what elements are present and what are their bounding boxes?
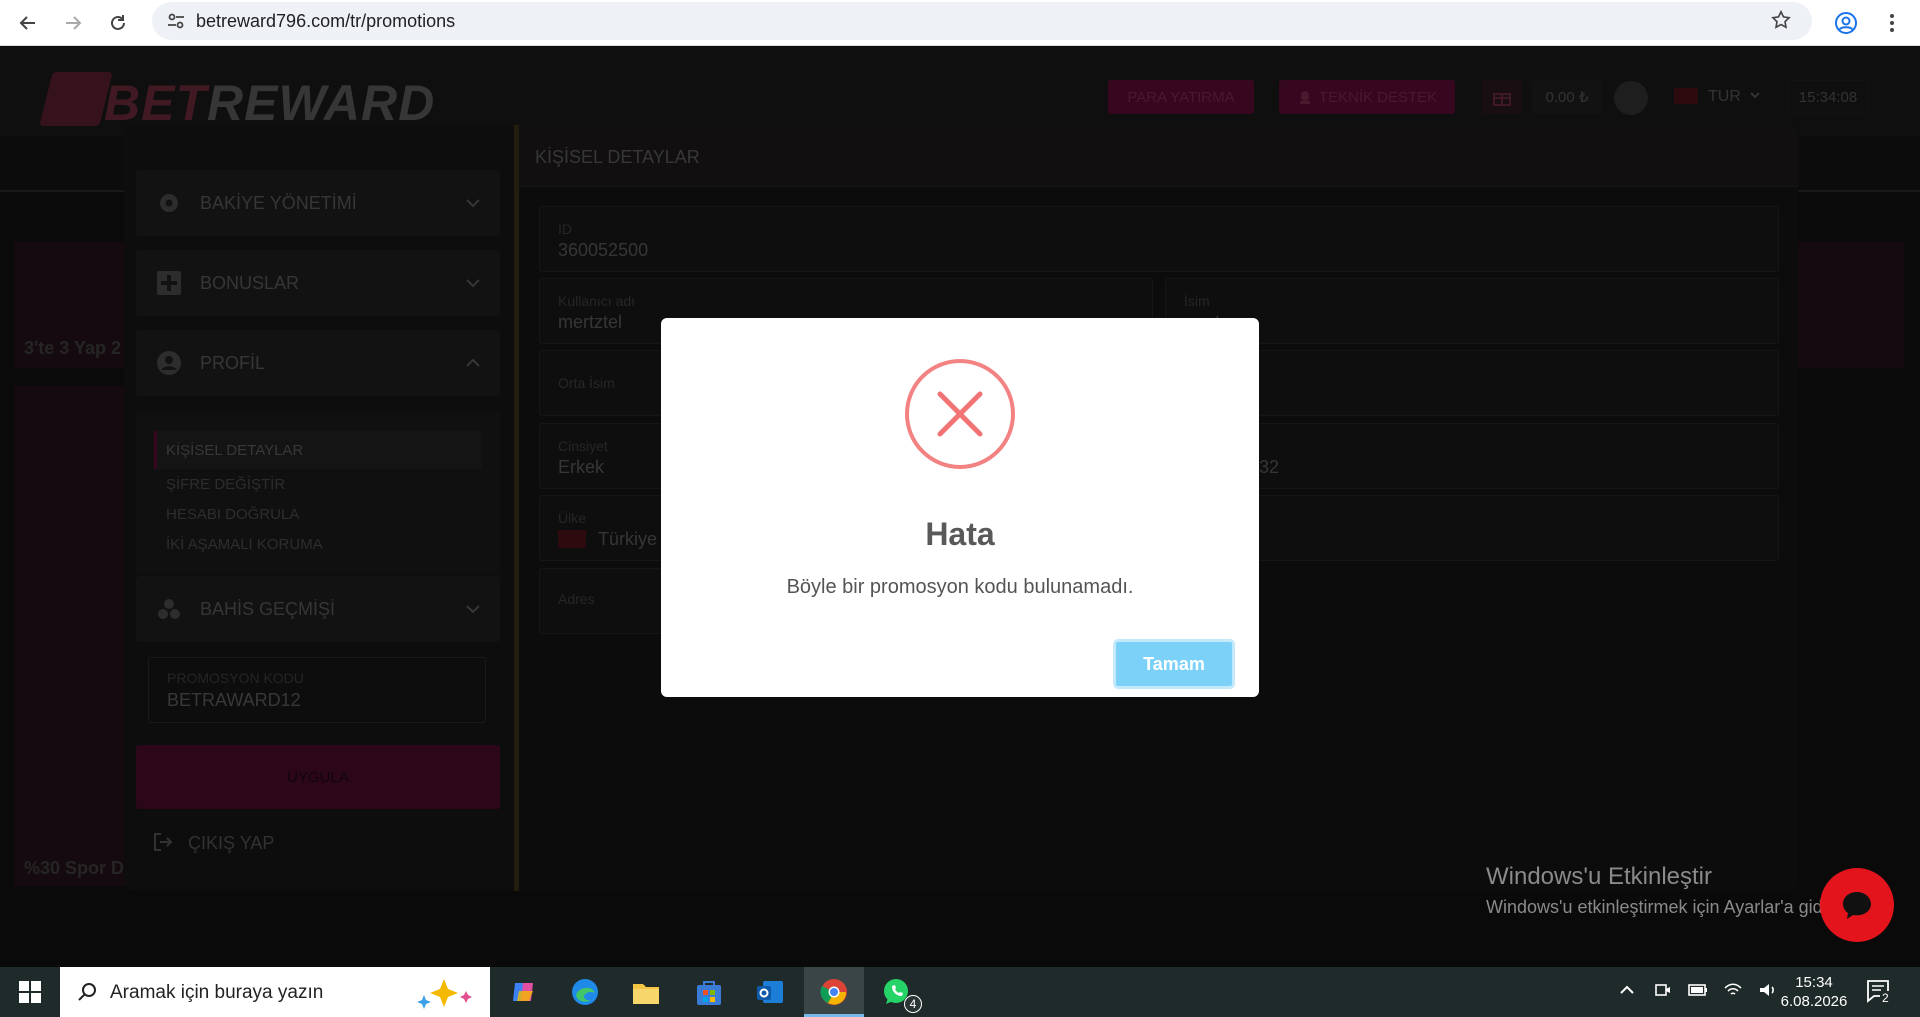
ok-button[interactable]: Tamam: [1113, 639, 1235, 689]
dialog-title: Hata: [925, 516, 995, 552]
browser-toolbar: betreward796.com/tr/promotions: [0, 0, 1920, 46]
profile-button[interactable]: [1828, 5, 1864, 41]
wifi-icon[interactable]: [1723, 981, 1743, 999]
notification-count: 2: [1880, 991, 1891, 1005]
taskbar-time: 15:34: [1795, 974, 1833, 991]
search-placeholder: Aramak için buraya yazın: [110, 982, 324, 1003]
store-bag-icon: [697, 981, 721, 1005]
system-tray: [1618, 981, 1778, 1004]
arrow-right-icon: [66, 16, 82, 30]
taskbar-search[interactable]: Aramak için buraya yazın: [60, 967, 490, 1017]
address-bar[interactable]: betreward796.com/tr/promotions: [152, 2, 1812, 40]
reload-icon: [111, 15, 125, 30]
chat-bubble-icon: [1843, 892, 1871, 919]
arrow-left-icon: [19, 16, 35, 30]
search-icon: [78, 983, 96, 1001]
error-x-icon: [905, 359, 1015, 469]
forward-button[interactable]: [55, 5, 91, 41]
edge-icon: [572, 979, 598, 1005]
battery-icon[interactable]: [1687, 981, 1709, 999]
site-info-icon[interactable]: [166, 11, 186, 31]
url-text[interactable]: betreward796.com/tr/promotions: [196, 11, 455, 32]
live-chat-button[interactable]: [1820, 868, 1894, 942]
taskbar-clock[interactable]: 15:34 6.08.2026: [1774, 973, 1854, 1011]
windows-logo-icon: [19, 981, 41, 1003]
notification-center[interactable]: 2: [1866, 979, 1894, 1010]
chrome-icon: [820, 979, 847, 1005]
web-page: BETREWARD PARA YATIRMA TEKNİK DESTEK 0.0…: [0, 46, 1920, 967]
bookmark-star-icon[interactable]: [1770, 9, 1792, 31]
taskbar-copilot[interactable]: [502, 972, 546, 1012]
back-button[interactable]: [10, 5, 46, 41]
watermark-title: Windows'u Etkinleştir: [1486, 863, 1712, 890]
dialog-message: Böyle bir promosyon kodu bulunamadı.: [786, 576, 1134, 598]
reload-button[interactable]: [100, 5, 136, 41]
taskbar-chrome[interactable]: [804, 967, 864, 1017]
taskbar-edge[interactable]: [563, 972, 607, 1012]
taskbar-outlook[interactable]: [748, 972, 792, 1012]
copilot-icon: [513, 983, 533, 1001]
sparkle-icon: [417, 979, 472, 1009]
folder-icon: [633, 984, 659, 1004]
windows-taskbar: Aramak için buraya yazın 4 15:34 6.08.20…: [0, 967, 1920, 1017]
meet-icon[interactable]: [1654, 981, 1672, 999]
start-button[interactable]: [0, 967, 60, 1017]
taskbar-date: 6.08.2026: [1780, 993, 1848, 1010]
taskbar-file-explorer[interactable]: [624, 972, 668, 1012]
account-circle-icon: [1835, 12, 1857, 34]
watermark-subtitle: Windows'u etkinleştirmek için Ayarlar'a …: [1486, 897, 1842, 917]
activation-watermark: Windows'u Etkinleştir Windows'u etkinleş…: [1486, 863, 1842, 918]
whatsapp-badge: 4: [904, 995, 922, 1013]
taskbar-store[interactable]: [687, 972, 731, 1012]
browser-menu-button[interactable]: [1874, 5, 1910, 41]
error-dialog: Hata Böyle bir promosyon kodu bulunamadı…: [661, 318, 1259, 697]
chevron-up-icon[interactable]: [1618, 981, 1636, 999]
more-vertical-icon: [1890, 14, 1894, 32]
outlook-icon: [757, 981, 783, 1003]
